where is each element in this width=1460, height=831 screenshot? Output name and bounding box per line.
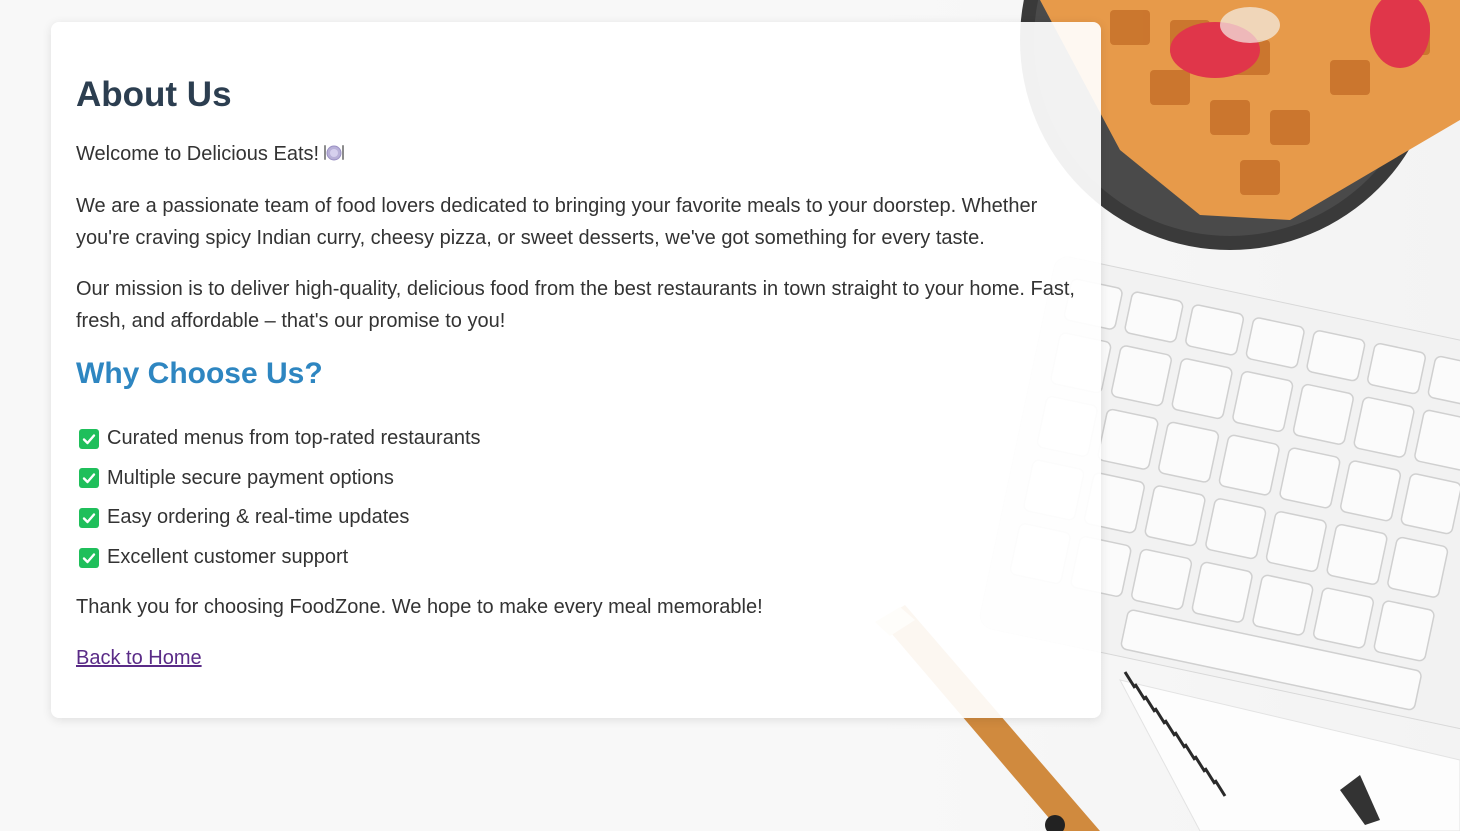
check-mark-icon <box>79 428 99 449</box>
list-item: Multiple secure payment options <box>76 459 1076 499</box>
check-mark-icon <box>79 468 99 489</box>
about-card: About Us Welcome to Delicious Eats! We a… <box>51 22 1101 718</box>
plate-cutlery-icon <box>323 140 345 161</box>
welcome-text: Welcome to Delicious Eats! <box>76 138 1076 170</box>
feature-text: Multiple secure payment options <box>107 466 394 489</box>
list-item: Curated menus from top-rated restaurants <box>76 419 1076 459</box>
feature-text: Excellent customer support <box>107 546 349 569</box>
list-item: Excellent customer support <box>76 538 1076 578</box>
features-list: Curated menus from top-rated restaurants… <box>76 419 1076 577</box>
welcome-label: Welcome to Delicious Eats! <box>76 143 320 165</box>
check-mark-icon <box>79 507 99 528</box>
back-to-home-link[interactable]: Back to Home <box>76 647 202 669</box>
intro-paragraph: We are a passionate team of food lovers … <box>76 195 1038 249</box>
mission-paragraph: Our mission is to deliver high-quality, … <box>76 278 1075 332</box>
list-item: Easy ordering & real-time updates <box>76 498 1076 538</box>
feature-text: Curated menus from top-rated restaurants <box>107 427 481 450</box>
why-choose-heading: Why Choose Us? <box>76 357 323 390</box>
feature-text: Easy ordering & real-time updates <box>107 506 410 529</box>
page-title: About Us <box>76 75 232 114</box>
check-mark-icon <box>79 547 99 568</box>
thanks-text: Thank you for choosing FoodZone. We hope… <box>76 596 763 619</box>
